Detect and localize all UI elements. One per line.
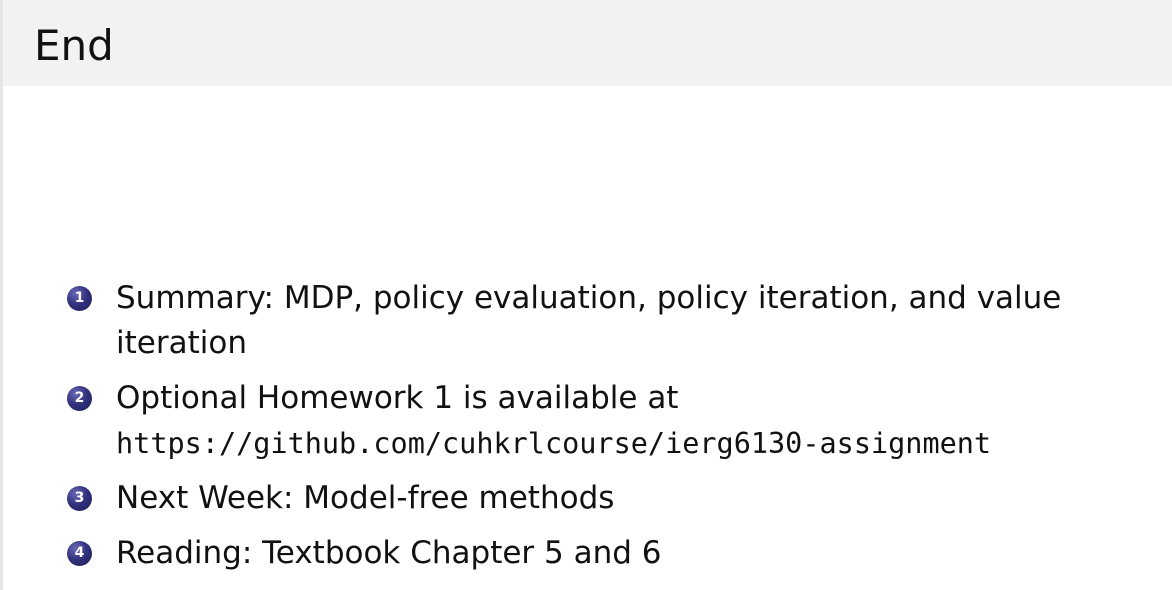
item-number-badge: 4 xyxy=(67,541,92,566)
list-item: 4 Reading: Textbook Chapter 5 and 6 xyxy=(67,531,1147,576)
item-text: Summary: MDP, policy evaluation, policy … xyxy=(116,280,1062,361)
list-item: 1 Summary: MDP, policy evaluation, polic… xyxy=(67,276,1147,366)
item-number-badge: 3 xyxy=(67,486,92,511)
slide: End 1 Summary: MDP, policy evaluation, p… xyxy=(0,0,1172,590)
enumerated-list: 1 Summary: MDP, policy evaluation, polic… xyxy=(67,276,1147,586)
slide-title: End xyxy=(34,21,114,70)
item-text: Optional Homework 1 is available at xyxy=(116,380,679,416)
item-number-badge: 1 xyxy=(67,286,92,311)
title-bar: End xyxy=(3,0,1172,86)
homework-link[interactable]: https://github.com/cuhkrlcourse/ierg6130… xyxy=(116,427,991,460)
list-item: 3 Next Week: Model-free methods xyxy=(67,476,1147,521)
item-text: Reading: Textbook Chapter 5 and 6 xyxy=(116,535,662,571)
list-item: 2 Optional Homework 1 is available at ht… xyxy=(67,376,1147,466)
item-number-badge: 2 xyxy=(67,386,92,411)
item-text: Next Week: Model-free methods xyxy=(116,480,615,516)
